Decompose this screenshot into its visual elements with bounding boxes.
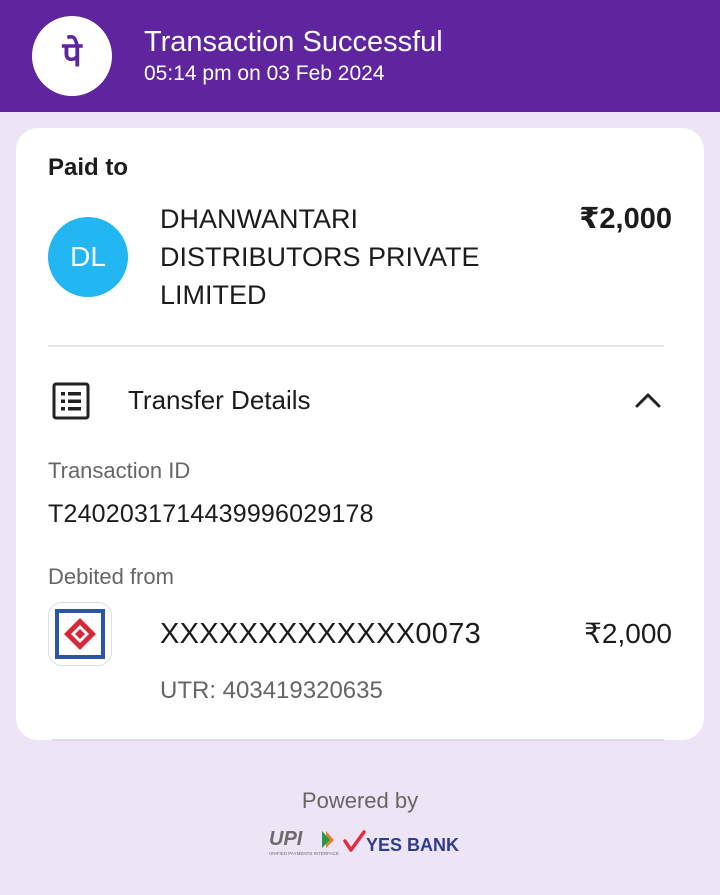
transaction-id-label: Transaction ID <box>48 458 191 483</box>
upi-logo-icon: UPI UNIFIED PAYMENTS INTERFACE <box>269 828 366 856</box>
yes-bank-check-icon <box>343 830 366 852</box>
status-title: Transaction Successful <box>144 26 443 58</box>
transaction-id-value[interactable]: T2402031714439996029178 <box>48 498 374 530</box>
transaction-header: पे Transaction Successful 05:14 pm on 03… <box>0 0 720 112</box>
debit-amount: ₹2,000 <box>584 618 672 649</box>
partner-logos: UPI UNIFIED PAYMENTS INTERFACE YES BANK <box>268 828 460 858</box>
receipt-list-icon <box>52 382 90 425</box>
footer-divider <box>52 739 664 741</box>
debited-from-label: Debited from <box>48 564 174 589</box>
phonepe-logo-icon: पे <box>32 16 112 96</box>
payee-name: DHANWANTARI DISTRIBUTORS PRIVATE LIMITED <box>160 204 480 310</box>
bank-logo-icon <box>48 602 112 666</box>
paid-amount: ₹2,000 <box>579 203 672 235</box>
payee-avatar: DL <box>48 217 128 297</box>
transfer-details-toggle[interactable]: Transfer Details <box>128 384 311 416</box>
paid-to-label: Paid to <box>48 154 129 181</box>
upi-tagline: UNIFIED PAYMENTS INTERFACE <box>269 851 339 856</box>
chevron-up-icon[interactable] <box>632 386 664 419</box>
yes-bank-logo: YES BANK <box>366 835 460 855</box>
utr-number[interactable]: UTR: 403419320635 <box>160 676 383 706</box>
phonepe-logo-glyph: पे <box>61 34 83 75</box>
transaction-timestamp: 05:14 pm on 03 Feb 2024 <box>144 62 385 85</box>
transaction-card: Paid to DL DHANWANTARI DISTRIBUTORS PRIV… <box>16 128 704 740</box>
upi-logo-text: UPI <box>269 828 303 850</box>
section-divider <box>48 345 664 347</box>
phonepe-logo-text: पे <box>61 34 83 75</box>
powered-by-label: Powered by <box>301 788 419 813</box>
debit-account-number: XXXXXXXXXXXXX0073 <box>160 618 482 650</box>
